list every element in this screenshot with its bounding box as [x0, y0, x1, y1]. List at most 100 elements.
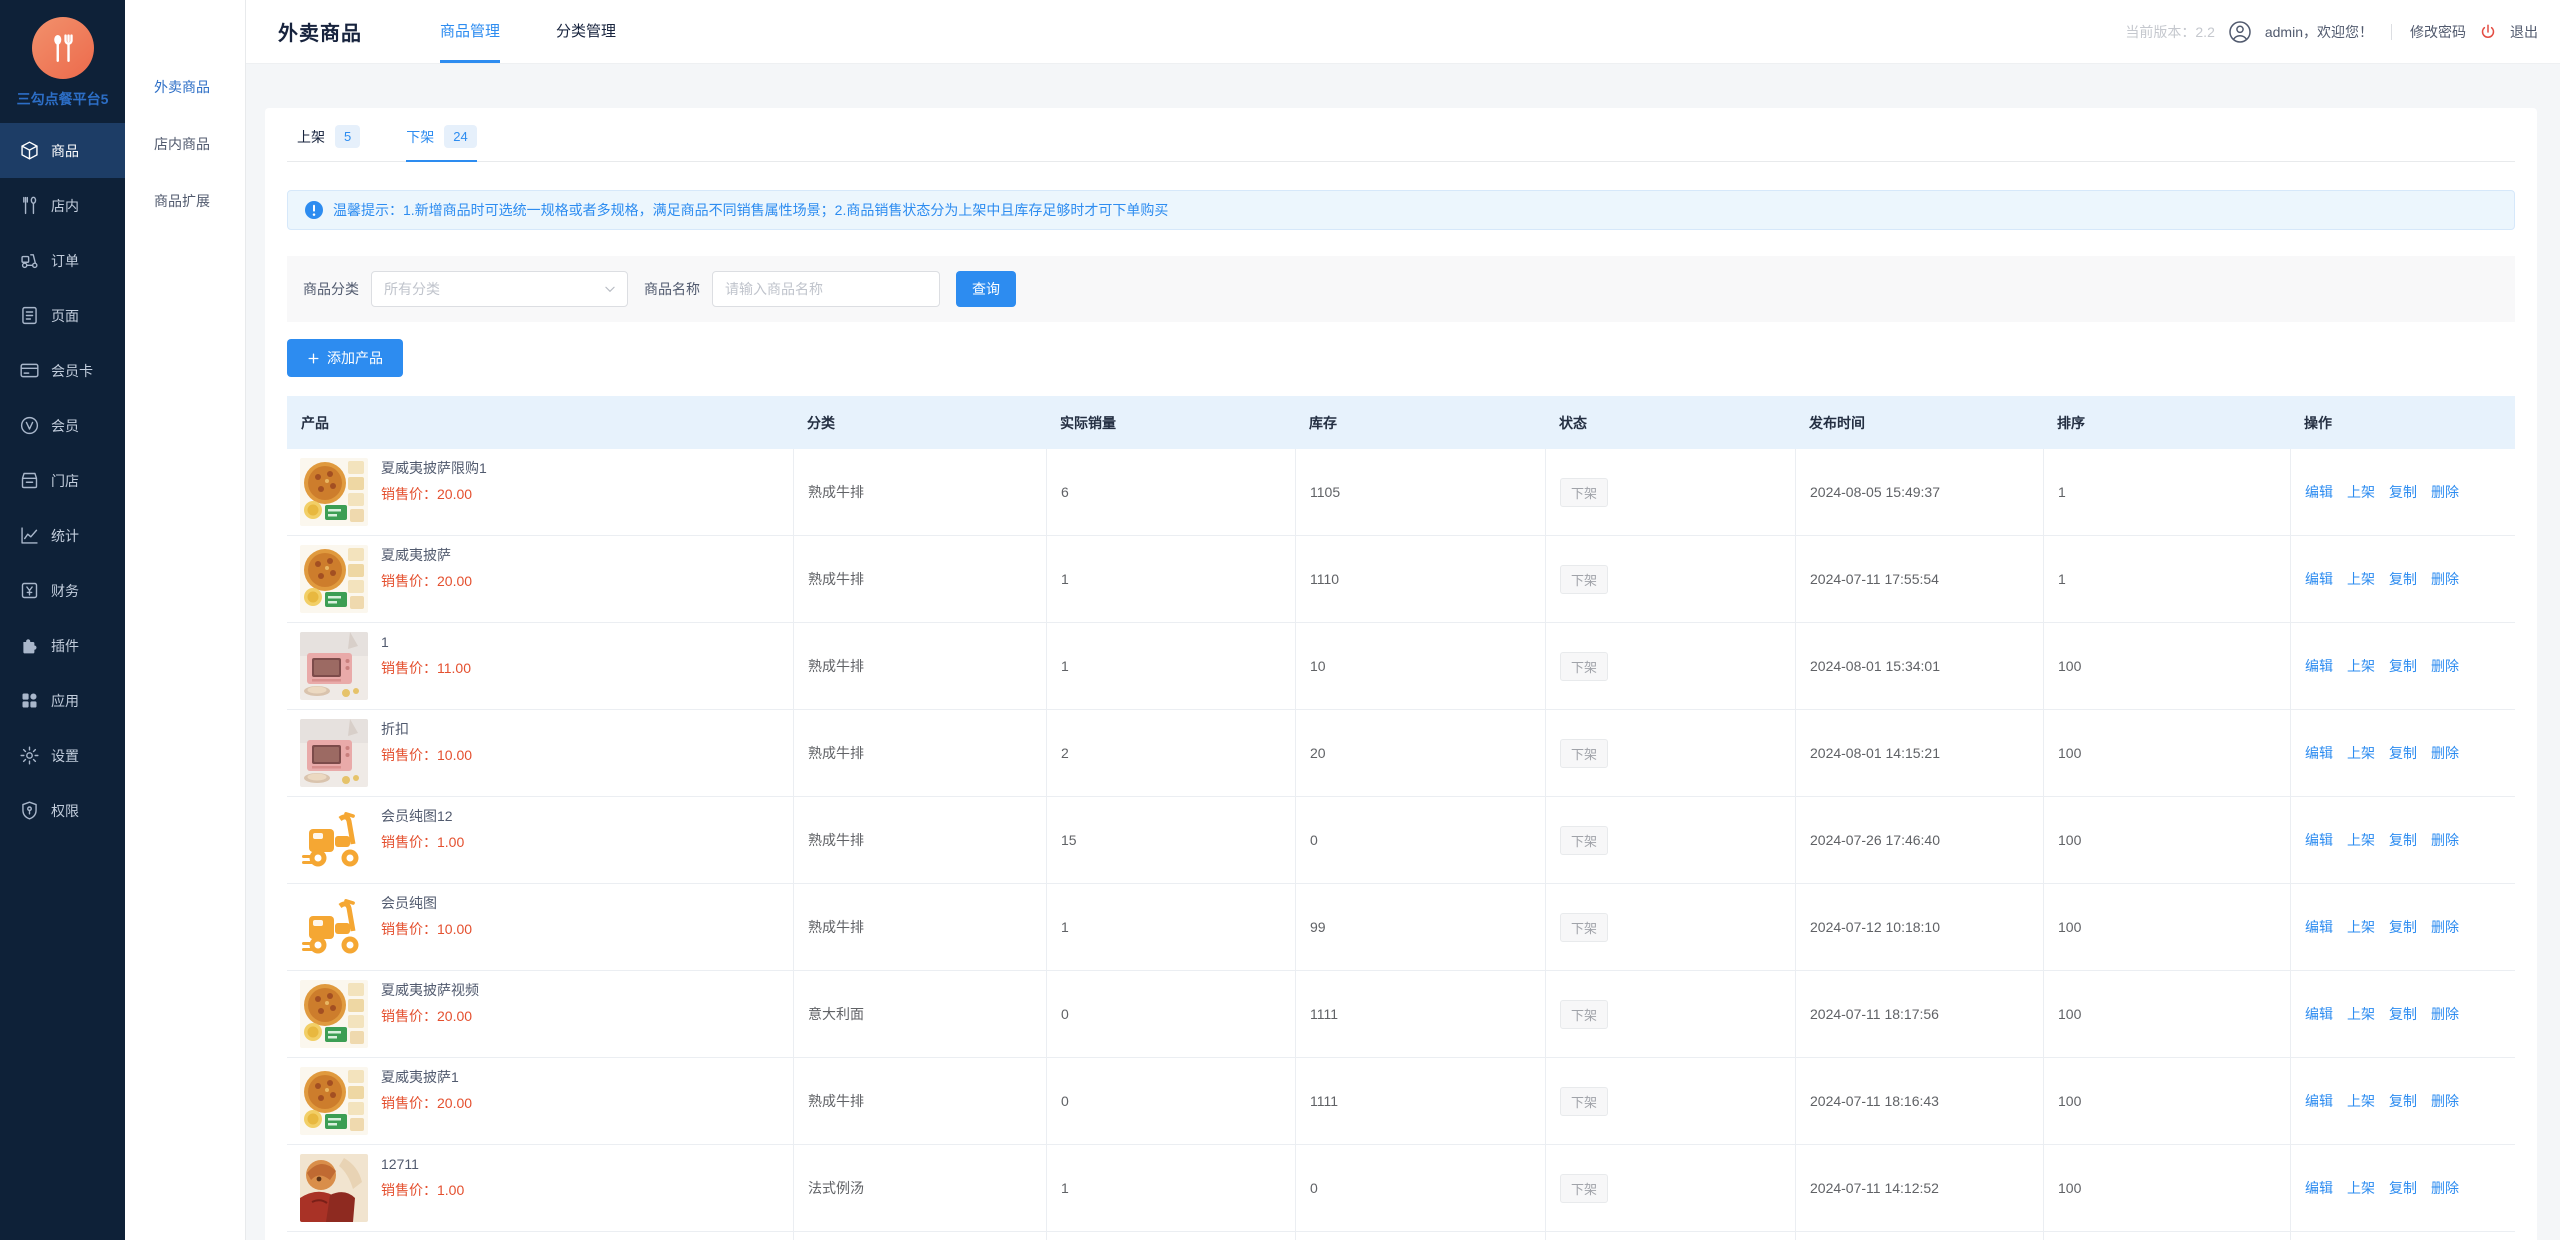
action-link[interactable]: 编辑 — [2305, 569, 2333, 589]
sidebar-item-finance[interactable]: 财务 — [0, 563, 125, 618]
action-link[interactable]: 上架 — [2347, 656, 2375, 676]
action-link[interactable]: 编辑 — [2305, 656, 2333, 676]
action-link[interactable]: 编辑 — [2305, 830, 2333, 850]
secondary-item-0[interactable]: 外卖商品 — [125, 58, 245, 115]
sidebar-item-scooter[interactable]: 订单 — [0, 233, 125, 288]
cell-published: 2024-08-01 15:34:01 — [1795, 623, 2043, 709]
sidebar-item-label: 设置 — [51, 746, 79, 766]
cell-actions: 编辑上架复制删除 — [2290, 1058, 2516, 1144]
cell-stock: 20 — [1295, 710, 1545, 796]
action-link[interactable]: 复制 — [2389, 1004, 2417, 1024]
action-link[interactable]: 上架 — [2347, 917, 2375, 937]
column-header: 库存 — [1295, 413, 1545, 433]
cell-stock: 1110 — [1295, 536, 1545, 622]
add-product-label: 添加产品 — [327, 348, 383, 368]
secondary-item-2[interactable]: 商品扩展 — [125, 172, 245, 229]
column-header: 产品 — [287, 413, 793, 433]
action-link[interactable]: 删除 — [2431, 830, 2459, 850]
secondary-item-1[interactable]: 店内商品 — [125, 115, 245, 172]
action-link[interactable]: 编辑 — [2305, 482, 2333, 502]
action-link[interactable]: 上架 — [2347, 482, 2375, 502]
user-avatar-icon — [2228, 20, 2252, 44]
divider — [2391, 24, 2392, 40]
product-name-input[interactable] — [712, 271, 940, 307]
action-link[interactable]: 删除 — [2431, 482, 2459, 502]
table-row: 夏威夷披萨限购1 销售价：20.00 熟成牛排 6 1105 下架 2024-0… — [287, 449, 2515, 536]
sidebar-item-apps[interactable]: 应用 — [0, 673, 125, 728]
action-link[interactable]: 复制 — [2389, 482, 2417, 502]
action-link[interactable]: 删除 — [2431, 569, 2459, 589]
cell-sort: 1 — [2043, 536, 2290, 622]
cell-stock: 1105 — [1295, 449, 1545, 535]
action-link[interactable]: 编辑 — [2305, 1178, 2333, 1198]
cell-sort: 100 — [2043, 1058, 2290, 1144]
primary-sidebar: 三勾点餐平台5 商品店内订单页面会员卡会员门店统计财务插件应用设置权限 — [0, 0, 125, 1240]
utensils-icon — [19, 195, 40, 216]
sidebar-item-document[interactable]: 页面 — [0, 288, 125, 343]
action-link[interactable]: 上架 — [2347, 1004, 2375, 1024]
cell-sales: 6 — [1046, 449, 1295, 535]
action-link[interactable]: 复制 — [2389, 569, 2417, 589]
cell-actions: 编辑上架复制删除 — [2290, 449, 2516, 535]
table-row: 1 销售价：11.00 熟成牛排 1 10 下架 2024-08-01 15:3… — [287, 623, 2515, 710]
action-link[interactable]: 上架 — [2347, 830, 2375, 850]
action-link[interactable]: 复制 — [2389, 743, 2417, 763]
action-link[interactable]: 上架 — [2347, 743, 2375, 763]
action-link[interactable]: 复制 — [2389, 1091, 2417, 1111]
cell-product: 多规格1 — [287, 1232, 793, 1240]
category-select[interactable]: 所有分类 — [371, 271, 628, 307]
cell-status: 下架 — [1545, 971, 1795, 1057]
tab-category-manage[interactable]: 分类管理 — [556, 0, 616, 63]
tab-product-manage[interactable]: 商品管理 — [440, 0, 500, 63]
action-link[interactable]: 上架 — [2347, 1091, 2375, 1111]
action-link[interactable]: 复制 — [2389, 656, 2417, 676]
sidebar-item-plugin[interactable]: 插件 — [0, 618, 125, 673]
sidebar-item-chart[interactable]: 统计 — [0, 508, 125, 563]
member-icon — [19, 415, 40, 436]
plugin-icon — [19, 635, 40, 656]
name-filter-label: 商品名称 — [644, 279, 700, 299]
change-password-link[interactable]: 修改密码 — [2410, 22, 2466, 42]
cell-sort — [2043, 1232, 2290, 1240]
sidebar-item-store[interactable]: 门店 — [0, 453, 125, 508]
cell-status — [1545, 1232, 1795, 1240]
action-link[interactable]: 上架 — [2347, 1178, 2375, 1198]
table-row: 折扣 销售价：10.00 熟成牛排 2 20 下架 2024-08-01 14:… — [287, 710, 2515, 797]
action-link[interactable]: 删除 — [2431, 656, 2459, 676]
action-link[interactable]: 删除 — [2431, 1178, 2459, 1198]
cell-product: 夏威夷披萨 销售价：20.00 — [287, 536, 793, 622]
action-link[interactable]: 复制 — [2389, 830, 2417, 850]
action-link[interactable]: 编辑 — [2305, 1091, 2333, 1111]
add-product-button[interactable]: 添加产品 — [287, 339, 403, 377]
sidebar-item-shield[interactable]: 权限 — [0, 783, 125, 838]
status-badge: 下架 — [1560, 652, 1608, 681]
column-header: 状态 — [1545, 413, 1795, 433]
action-link[interactable]: 删除 — [2431, 743, 2459, 763]
action-link[interactable]: 复制 — [2389, 917, 2417, 937]
search-button[interactable]: 查询 — [956, 271, 1016, 307]
cell-sales: 1 — [1046, 1145, 1295, 1231]
action-link[interactable]: 删除 — [2431, 1004, 2459, 1024]
sidebar-item-member[interactable]: 会员 — [0, 398, 125, 453]
action-link[interactable]: 删除 — [2431, 917, 2459, 937]
tab-off-shelf[interactable]: 下架 24 — [406, 125, 476, 161]
cell-published — [1795, 1232, 2043, 1240]
action-link[interactable]: 上架 — [2347, 569, 2375, 589]
cutlery-icon — [46, 31, 80, 65]
sidebar-item-gear[interactable]: 设置 — [0, 728, 125, 783]
action-link[interactable]: 编辑 — [2305, 743, 2333, 763]
action-link[interactable]: 编辑 — [2305, 1004, 2333, 1024]
cell-published: 2024-07-11 17:55:54 — [1795, 536, 2043, 622]
column-header: 排序 — [2043, 413, 2290, 433]
action-link[interactable]: 复制 — [2389, 1178, 2417, 1198]
action-link[interactable]: 删除 — [2431, 1091, 2459, 1111]
tab-on-shelf[interactable]: 上架 5 — [297, 125, 360, 161]
action-link[interactable]: 编辑 — [2305, 917, 2333, 937]
cell-category: 熟成牛排 — [793, 623, 1046, 709]
product-table: 产品分类实际销量库存状态发布时间排序操作 夏威夷披萨限购1 销售价：20.00 … — [287, 396, 2515, 1240]
sidebar-item-cube[interactable]: 商品 — [0, 123, 125, 178]
logout-link[interactable]: 退出 — [2510, 22, 2538, 42]
category-filter-label: 商品分类 — [303, 279, 359, 299]
sidebar-item-utensils[interactable]: 店内 — [0, 178, 125, 233]
sidebar-item-member-card[interactable]: 会员卡 — [0, 343, 125, 398]
